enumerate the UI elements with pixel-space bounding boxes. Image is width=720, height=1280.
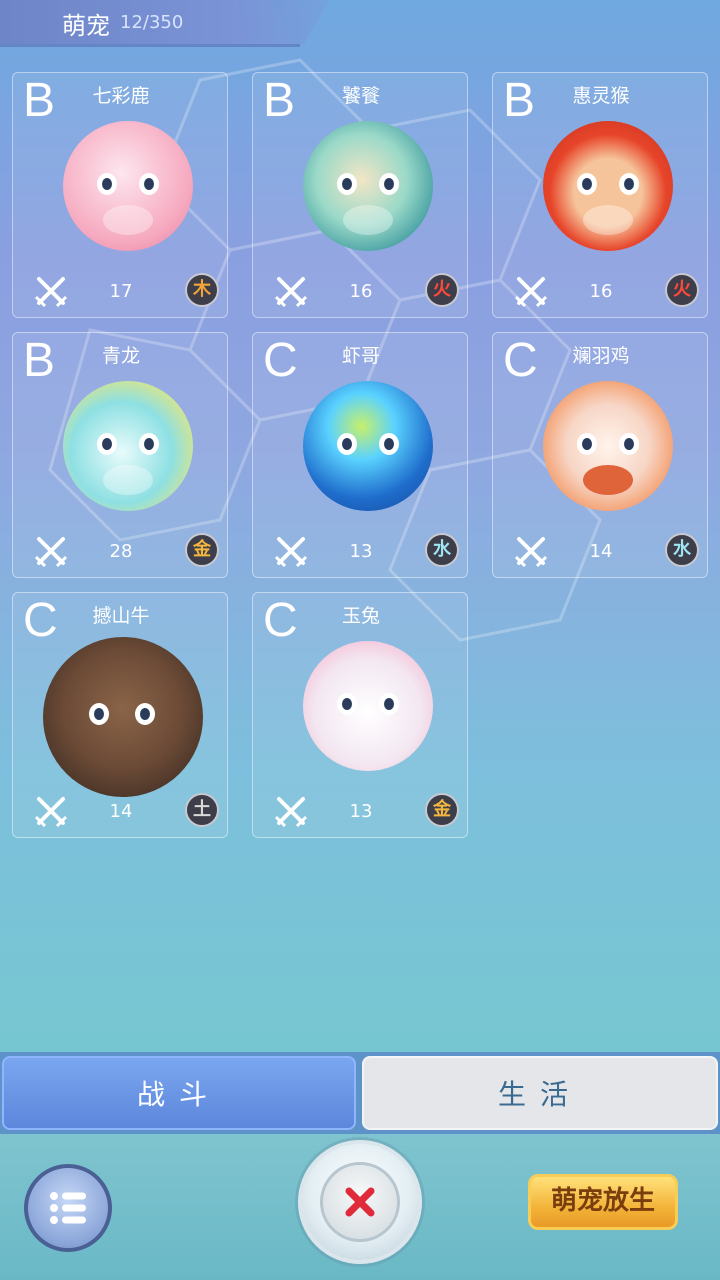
pet-portrait (303, 381, 433, 511)
pet-name: 虾哥 (341, 345, 380, 367)
close-button[interactable] (298, 1140, 422, 1264)
element-badge: 火 (665, 273, 699, 307)
pet-name: 青龙 (101, 345, 140, 367)
crossed-swords-icon (34, 277, 68, 308)
crossed-swords-icon (514, 277, 548, 308)
pet-card[interactable]: C 撼山牛 14 土 (12, 592, 228, 838)
pet-power: 13 (349, 541, 373, 562)
pet-card[interactable]: B 青龙 28 金 (12, 332, 228, 578)
pet-name: 惠灵猴 (572, 85, 630, 107)
tab-bar: 战斗 生活 (0, 1052, 720, 1134)
page-title: 萌宠 (62, 12, 110, 40)
element-badge: 水 (665, 533, 699, 567)
pet-power: 16 (349, 281, 373, 302)
pet-power: 17 (109, 281, 133, 302)
pet-name: 撼山牛 (92, 605, 150, 627)
pet-power: 14 (109, 801, 133, 822)
header-underline (0, 44, 300, 47)
pet-name: 七彩鹿 (92, 85, 150, 107)
pet-name: 玉兔 (341, 605, 380, 627)
crossed-swords-icon (34, 537, 68, 568)
element-badge: 火 (425, 273, 459, 307)
pet-card[interactable]: C 斓羽鸡 14 水 (492, 332, 708, 578)
element-badge: 金 (185, 533, 219, 567)
pet-name: 饕餮 (341, 85, 380, 107)
pet-portrait (63, 121, 193, 251)
pet-card[interactable]: B 饕餮 16 火 (252, 72, 468, 318)
pet-card[interactable]: B 惠灵猴 16 火 (492, 72, 708, 318)
crossed-swords-icon (34, 797, 68, 828)
pet-portrait (43, 637, 203, 797)
release-pet-button[interactable]: 萌宠放生 (528, 1174, 678, 1230)
pet-portrait (63, 381, 193, 511)
pet-name: 斓羽鸡 (572, 345, 630, 367)
crossed-swords-icon (274, 537, 308, 568)
list-icon (50, 1192, 86, 1224)
element-badge: 木 (185, 273, 219, 307)
element-badge: 土 (185, 793, 219, 827)
pet-power: 28 (109, 541, 133, 562)
pet-power: 16 (589, 281, 613, 302)
pet-power: 13 (349, 801, 373, 822)
pet-card[interactable]: C 虾哥 13 水 (252, 332, 468, 578)
pet-portrait (303, 121, 433, 251)
element-badge: 水 (425, 533, 459, 567)
pet-portrait (543, 381, 673, 511)
close-button-core (320, 1162, 400, 1242)
tab-life[interactable]: 生活 (362, 1056, 718, 1130)
element-badge: 金 (425, 793, 459, 827)
crossed-swords-icon (514, 537, 548, 568)
pet-portrait (543, 121, 673, 251)
crossed-swords-icon (274, 797, 308, 828)
tab-battle[interactable]: 战斗 (2, 1056, 356, 1130)
pet-power: 14 (589, 541, 613, 562)
pet-card[interactable]: B 七彩鹿 17 木 (12, 72, 228, 318)
pet-count: 12/350 (120, 12, 184, 33)
pet-portrait (303, 641, 433, 771)
pet-card[interactable]: C 玉兔 13 金 (252, 592, 468, 838)
crossed-swords-icon (274, 277, 308, 308)
close-x-icon (345, 1187, 375, 1217)
menu-button[interactable] (24, 1164, 112, 1252)
